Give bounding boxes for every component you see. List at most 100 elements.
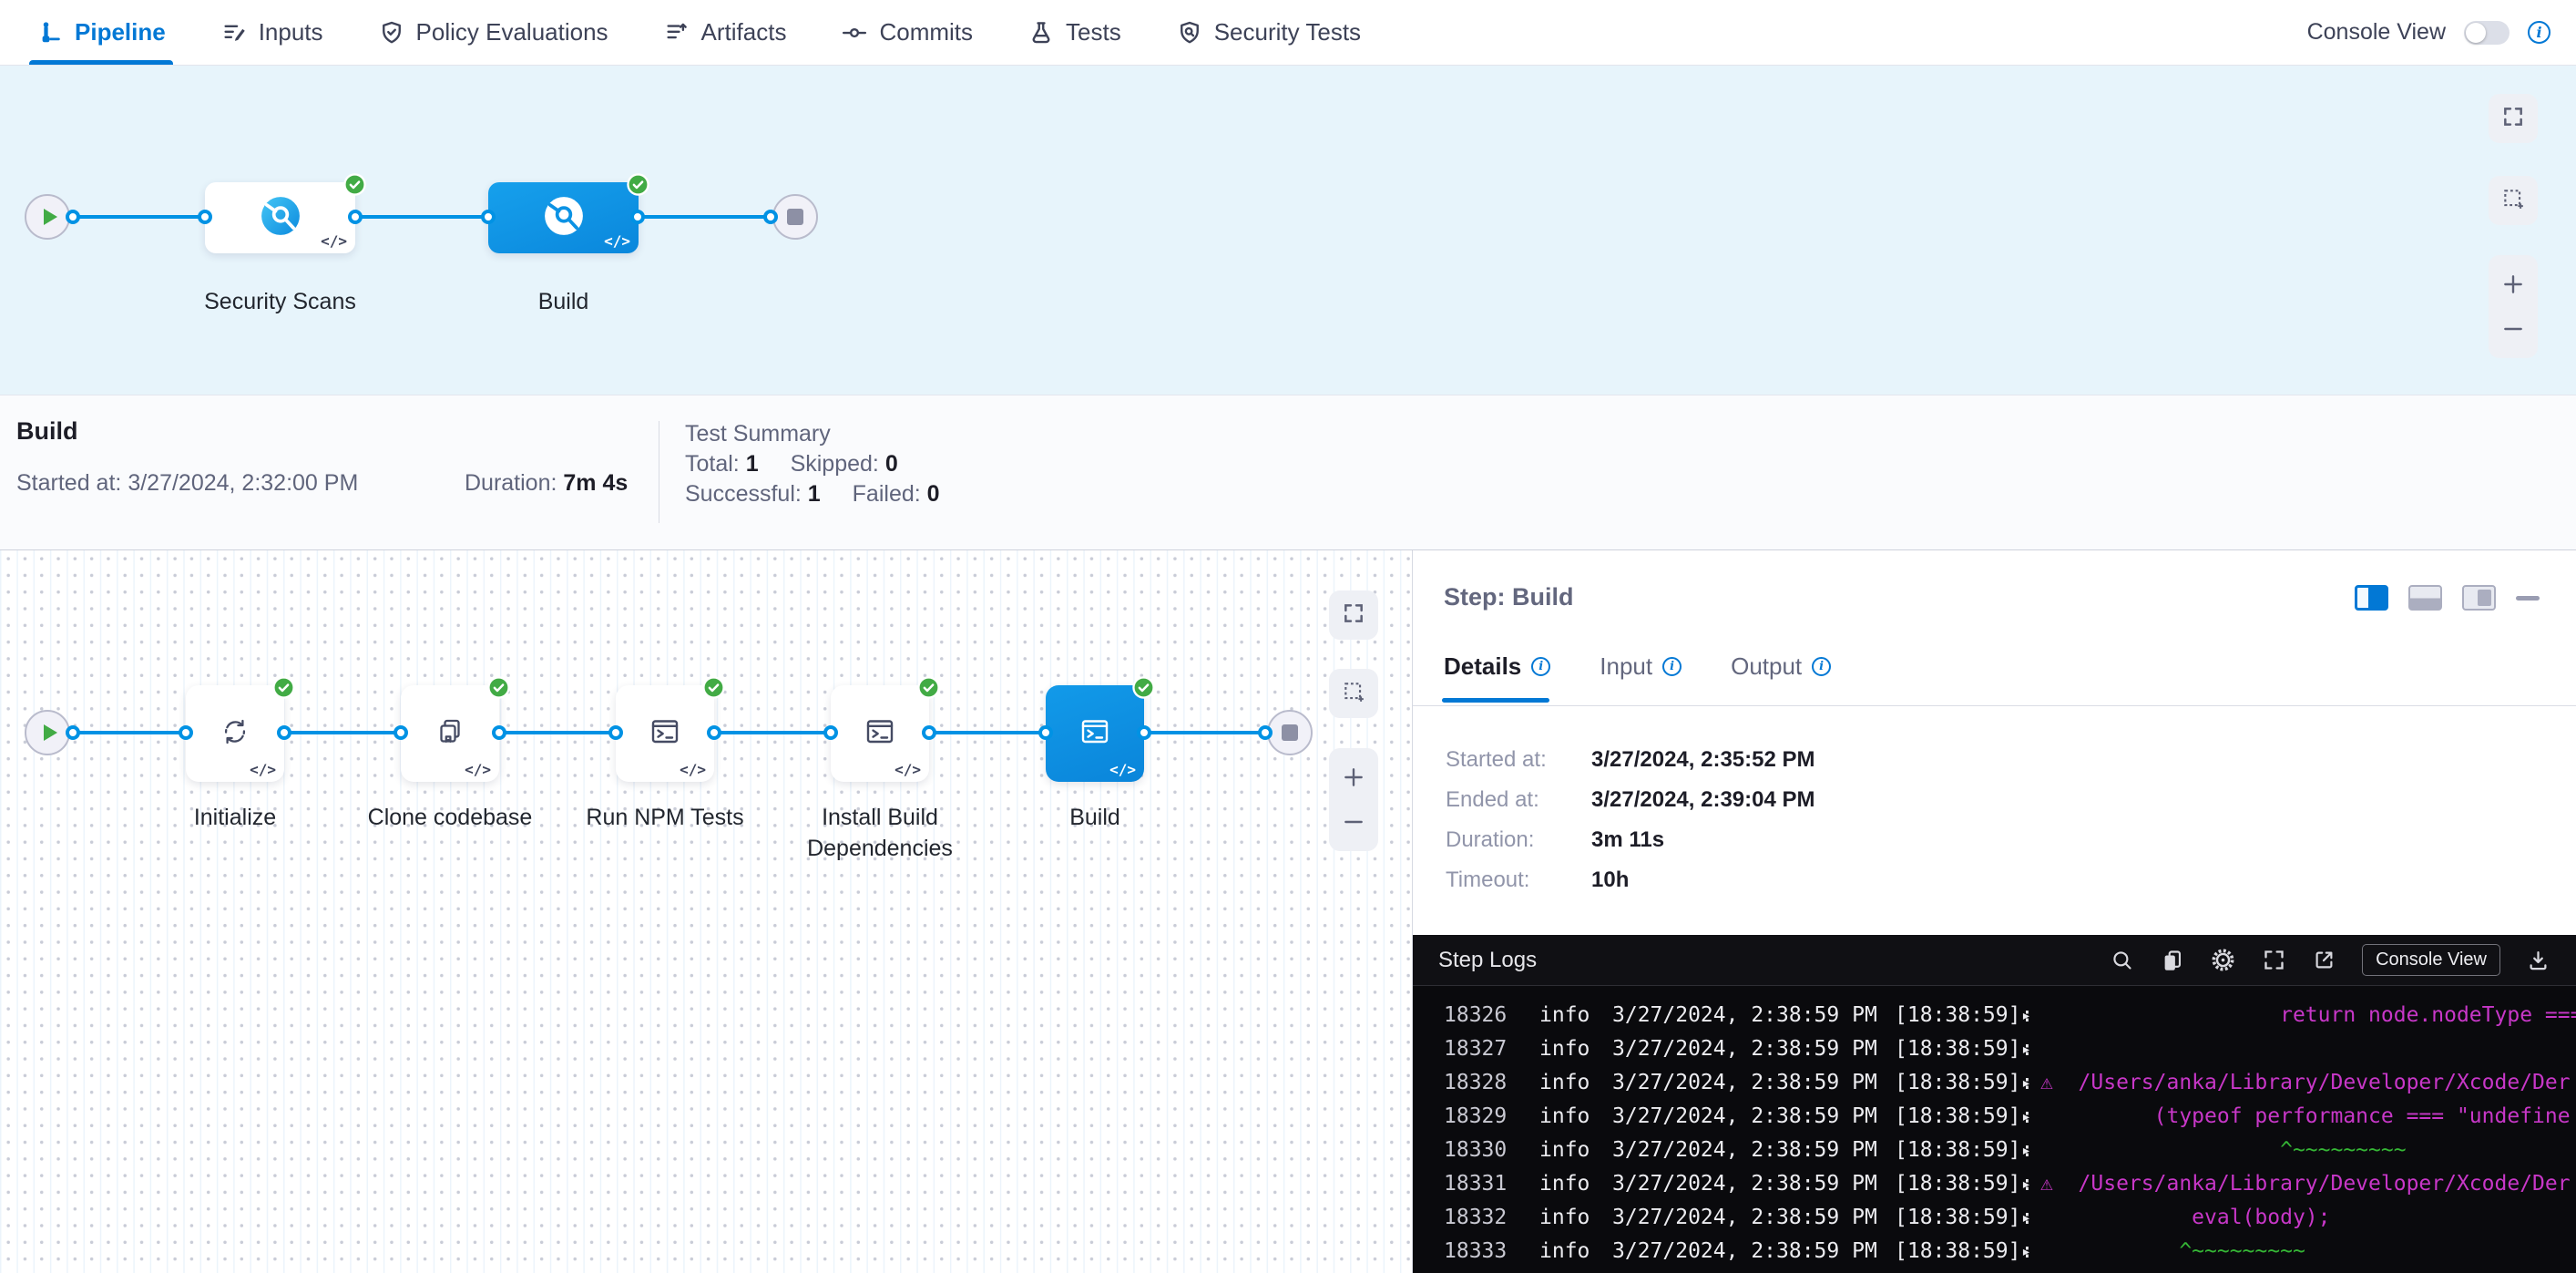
step-canvas-marquee-button[interactable] bbox=[1329, 669, 1378, 718]
edge-connector[interactable] bbox=[394, 725, 408, 740]
log-expander-icon[interactable]: ▸ bbox=[2021, 1032, 2031, 1066]
code-icon: </> bbox=[250, 761, 276, 778]
nav-item-commits[interactable]: Commits bbox=[841, 0, 973, 65]
edge-connector[interactable] bbox=[179, 725, 193, 740]
log-expander-icon[interactable]: ▸ bbox=[2021, 1235, 2031, 1268]
zoom-out-icon[interactable] bbox=[2501, 317, 2525, 341]
step-label: Clone codebase bbox=[348, 802, 552, 833]
nav-item-inputs[interactable]: Inputs bbox=[220, 0, 323, 65]
stage-card-security-scans[interactable]: </> bbox=[205, 182, 355, 253]
open-in-new-icon[interactable] bbox=[2312, 948, 2336, 972]
zoom-in-icon[interactable] bbox=[2501, 272, 2525, 296]
info-icon[interactable]: i bbox=[1662, 657, 1682, 676]
tab-input[interactable]: Inputi bbox=[1600, 652, 1682, 681]
detail-label: Duration: bbox=[1446, 827, 1591, 853]
log-expander-icon[interactable]: ▸ bbox=[2021, 1066, 2031, 1100]
log-expander-icon[interactable]: ▸ bbox=[2021, 1134, 2031, 1167]
log-line[interactable]: 18329info3/27/2024, 2:38:59 PM[18:38:59]… bbox=[1413, 1100, 2576, 1134]
edge-connector[interactable] bbox=[1038, 725, 1053, 740]
log-date: 3/27/2024, 2:38:59 PM bbox=[1612, 1235, 1877, 1268]
log-line-number: 18329 bbox=[1444, 1100, 1507, 1134]
step-card-initialize[interactable]: </> bbox=[186, 685, 284, 782]
log-line[interactable]: 18331info3/27/2024, 2:38:59 PM[18:38:59]… bbox=[1413, 1167, 2576, 1201]
info-icon[interactable]: i bbox=[1812, 657, 1831, 676]
step-card-build[interactable]: </> bbox=[1046, 685, 1144, 782]
log-time: [18:38:59]: bbox=[1895, 1100, 2033, 1134]
log-time: [18:38:59]: bbox=[1895, 1235, 2033, 1268]
zoom-out-icon[interactable] bbox=[1342, 810, 1365, 834]
detail-label: Ended at: bbox=[1446, 787, 1591, 813]
edge-connector[interactable] bbox=[198, 210, 212, 224]
pipeline-start-node[interactable] bbox=[25, 710, 70, 755]
console-view-button[interactable]: Console View bbox=[2362, 944, 2500, 976]
layout-bottom-panel-icon[interactable] bbox=[2408, 585, 2442, 611]
nav-item-label: Inputs bbox=[259, 18, 323, 46]
log-expander-icon[interactable]: ▸ bbox=[2021, 1167, 2031, 1201]
edge-connector[interactable] bbox=[348, 210, 363, 224]
console-view-info-icon[interactable]: i bbox=[2528, 21, 2550, 44]
detail-row-timeout-: Timeout:10h bbox=[1446, 860, 1815, 900]
edge-connector[interactable] bbox=[1258, 725, 1273, 740]
edge-connector[interactable] bbox=[277, 725, 291, 740]
edge-connector[interactable] bbox=[763, 210, 778, 224]
edge-connector[interactable] bbox=[66, 210, 80, 224]
info-icon[interactable]: i bbox=[1531, 657, 1550, 676]
log-line[interactable]: 18332info3/27/2024, 2:38:59 PM[18:38:59]… bbox=[1413, 1201, 2576, 1235]
edge-connector[interactable] bbox=[492, 725, 506, 740]
edge-connector[interactable] bbox=[630, 210, 645, 224]
log-line-number: 18332 bbox=[1444, 1201, 1507, 1235]
clone-icon bbox=[432, 713, 468, 755]
download-logs-icon[interactable] bbox=[2526, 948, 2550, 972]
nav-item-pipeline[interactable]: Pipeline bbox=[36, 0, 166, 65]
pipeline-end-node[interactable] bbox=[1267, 710, 1313, 755]
stage-card-build[interactable]: </> bbox=[488, 182, 639, 253]
pipeline-start-node[interactable] bbox=[25, 194, 70, 240]
step-card-install-build-dependencies[interactable]: </> bbox=[831, 685, 929, 782]
skipped-label: Skipped: bbox=[791, 451, 879, 477]
edge-connector[interactable] bbox=[66, 725, 80, 740]
layout-floating-panel-icon[interactable] bbox=[2462, 585, 2496, 611]
step-card-clone-codebase[interactable]: </> bbox=[401, 685, 499, 782]
edge-connector[interactable] bbox=[1137, 725, 1151, 740]
nav-item-tests[interactable]: Tests bbox=[1027, 0, 1121, 65]
nav-item-artifacts[interactable]: Artifacts bbox=[663, 0, 787, 65]
tab-details[interactable]: Detailsi bbox=[1444, 652, 1550, 681]
edge-connector[interactable] bbox=[481, 210, 496, 224]
layout-right-panel-icon[interactable] bbox=[2355, 585, 2388, 611]
duration-label: Duration: bbox=[465, 470, 557, 496]
log-expander-icon[interactable]: ▸ bbox=[2021, 1201, 2031, 1235]
log-line-number: 18326 bbox=[1444, 999, 1507, 1032]
stage-canvas-marquee-button[interactable] bbox=[2489, 176, 2538, 225]
copy-icon[interactable] bbox=[2160, 948, 2184, 972]
log-time: [18:38:59]: bbox=[1895, 1066, 2033, 1100]
stage-canvas-fullscreen-button[interactable] bbox=[2489, 94, 2538, 143]
search-icon[interactable] bbox=[2110, 948, 2134, 972]
edge-connector[interactable] bbox=[608, 725, 623, 740]
zoom-in-icon[interactable] bbox=[1342, 765, 1365, 789]
minimize-panel-icon[interactable] bbox=[2516, 596, 2540, 601]
log-line[interactable]: 18326info3/27/2024, 2:38:59 PM[18:38:59]… bbox=[1413, 999, 2576, 1032]
log-expander-icon[interactable]: ▸ bbox=[2021, 1100, 2031, 1134]
pipeline-end-node[interactable] bbox=[772, 194, 818, 240]
expand-logs-icon[interactable] bbox=[2262, 948, 2286, 972]
log-line[interactable]: 18328info3/27/2024, 2:38:59 PM[18:38:59]… bbox=[1413, 1066, 2576, 1100]
log-line[interactable]: 18330info3/27/2024, 2:38:59 PM[18:38:59]… bbox=[1413, 1134, 2576, 1167]
nav-item-security-tests[interactable]: Security Tests bbox=[1176, 0, 1361, 65]
step-canvas-fullscreen-button[interactable] bbox=[1329, 590, 1378, 640]
edge-connector[interactable] bbox=[922, 725, 936, 740]
log-line[interactable]: 18327info3/27/2024, 2:38:59 PM[18:38:59]… bbox=[1413, 1032, 2576, 1066]
log-level: info bbox=[1539, 1066, 1590, 1100]
settings-gear-icon[interactable] bbox=[2210, 947, 2236, 973]
tab-output[interactable]: Outputi bbox=[1731, 652, 1831, 681]
edge-connector[interactable] bbox=[707, 725, 721, 740]
step-logs-body[interactable]: 18326 info 3/27/2024, 2:38:59 PM [18:38:59]… bbox=[1413, 986, 2576, 1268]
step-card-run-npm-tests[interactable]: </> bbox=[616, 685, 714, 782]
edge-connector[interactable] bbox=[823, 725, 838, 740]
log-level: info bbox=[1539, 1235, 1590, 1268]
nav-item-label: Tests bbox=[1066, 18, 1121, 46]
nav-item-policy-evaluations[interactable]: Policy Evaluations bbox=[378, 0, 608, 65]
log-expander-icon[interactable]: ▸ bbox=[2021, 999, 2031, 1032]
stop-icon bbox=[1282, 724, 1298, 741]
log-line[interactable]: 18333info3/27/2024, 2:38:59 PM[18:38:59]… bbox=[1413, 1235, 2576, 1268]
console-view-toggle[interactable] bbox=[2464, 21, 2510, 45]
